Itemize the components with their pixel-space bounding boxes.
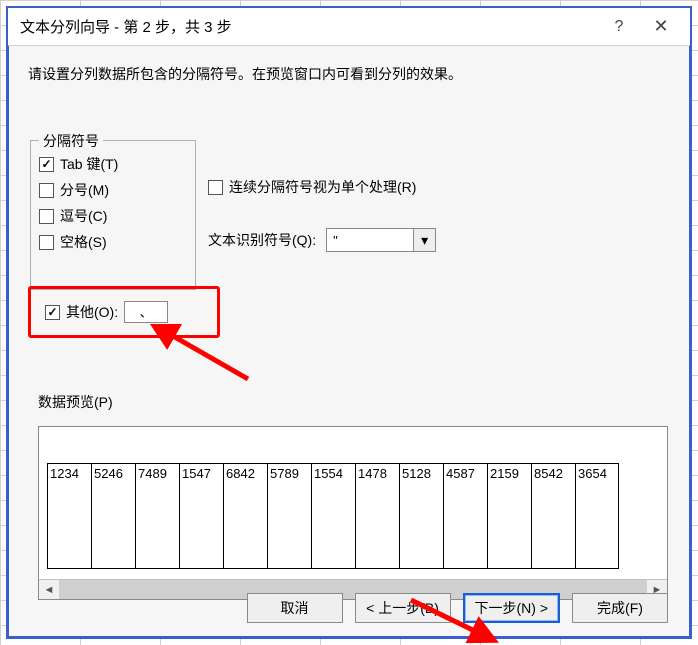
data-preview-box: 1234524674891547684257891554147851284587…: [38, 426, 668, 600]
chevron-down-icon[interactable]: ▾: [413, 229, 435, 251]
checkbox-icon[interactable]: [39, 157, 54, 172]
instruction-text: 请设置分列数据所包含的分隔符号。在预览窗口内可看到分列的效果。: [28, 64, 670, 84]
preview-column: 3654: [575, 463, 619, 569]
text-qualifier-combo[interactable]: " ▾: [326, 228, 436, 252]
delimiter-other-input[interactable]: 、: [124, 301, 168, 323]
preview-column: 2159: [487, 463, 531, 569]
checkbox-icon[interactable]: [39, 235, 54, 250]
delimiter-space-row[interactable]: 空格(S): [39, 229, 187, 255]
dialog-body: 请设置分列数据所包含的分隔符号。在预览窗口内可看到分列的效果。 分隔符号 Tab…: [8, 46, 690, 637]
close-button[interactable]: ✕: [640, 12, 682, 42]
next-button[interactable]: 下一步(N) >: [463, 593, 561, 623]
preview-column: 1234: [47, 463, 91, 569]
preview-column: 8542: [531, 463, 575, 569]
cancel-button[interactable]: 取消: [247, 593, 343, 623]
preview-label: 数据预览(P): [38, 392, 113, 412]
delimiter-other-row[interactable]: 其他(O): 、: [45, 301, 168, 323]
preview-column: 1554: [311, 463, 355, 569]
dialog-button-row: 取消 < 上一步(B) 下一步(N) > 完成(F): [8, 593, 690, 623]
preview-column: 4587: [443, 463, 487, 569]
preview-column: 1478: [355, 463, 399, 569]
delimiter-tab-label: Tab 键(T): [60, 154, 118, 174]
checkbox-icon[interactable]: [39, 209, 54, 224]
consecutive-delimiters-row[interactable]: 连续分隔符号视为单个处理(R): [208, 174, 508, 200]
preview-column: 7489: [135, 463, 179, 569]
preview-column: 5789: [267, 463, 311, 569]
right-options: 连续分隔符号视为单个处理(R) 文本识别符号(Q): " ▾: [208, 174, 508, 252]
delimiter-semicolon-row[interactable]: 分号(M): [39, 177, 187, 203]
consecutive-delimiters-label: 连续分隔符号视为单个处理(R): [229, 177, 416, 197]
delimiter-comma-label: 逗号(C): [60, 206, 107, 226]
dialog-title: 文本分列向导 - 第 2 步，共 3 步: [20, 16, 598, 37]
delimiter-semicolon-label: 分号(M): [60, 180, 109, 200]
delimiters-fieldset: 分隔符号 Tab 键(T) 分号(M) 逗号(C) 空格(S): [30, 140, 196, 290]
annotation-highlight-other: 其他(O): 、: [28, 286, 220, 338]
text-qualifier-row: 文本识别符号(Q): " ▾: [208, 228, 508, 252]
checkbox-icon[interactable]: [208, 180, 223, 195]
delimiter-other-label: 其他(O):: [66, 302, 118, 322]
text-qualifier-label: 文本识别符号(Q):: [208, 230, 316, 250]
titlebar: 文本分列向导 - 第 2 步，共 3 步 ? ✕: [8, 8, 690, 46]
preview-column: 5128: [399, 463, 443, 569]
text-to-columns-wizard-dialog: 文本分列向导 - 第 2 步，共 3 步 ? ✕ 请设置分列数据所包含的分隔符号…: [6, 6, 692, 639]
delimiters-legend: 分隔符号: [39, 131, 103, 151]
preview-column: 6842: [223, 463, 267, 569]
checkbox-icon[interactable]: [45, 305, 60, 320]
help-button[interactable]: ?: [598, 12, 640, 42]
delimiter-comma-row[interactable]: 逗号(C): [39, 203, 187, 229]
preview-table: 1234524674891547684257891554147851284587…: [47, 463, 619, 569]
delimiter-space-label: 空格(S): [60, 232, 107, 252]
checkbox-icon[interactable]: [39, 183, 54, 198]
back-button[interactable]: < 上一步(B): [355, 593, 451, 623]
preview-column: 1547: [179, 463, 223, 569]
delimiter-tab-row[interactable]: Tab 键(T): [39, 151, 187, 177]
text-qualifier-value: ": [327, 233, 413, 248]
finish-button[interactable]: 完成(F): [572, 593, 668, 623]
preview-column: 5246: [91, 463, 135, 569]
